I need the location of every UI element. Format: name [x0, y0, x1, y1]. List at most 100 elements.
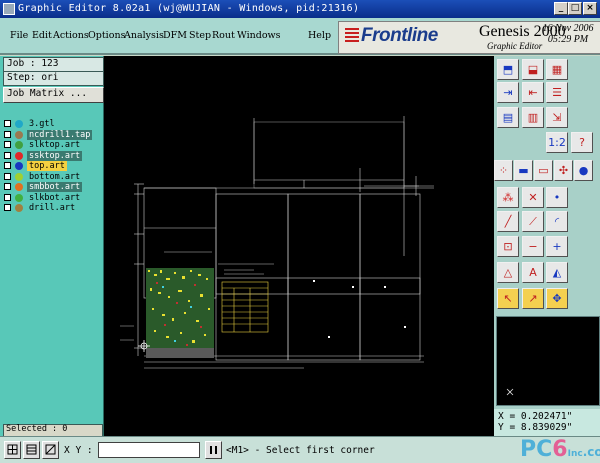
- minimize-button[interactable]: _: [554, 2, 568, 15]
- tool-button[interactable]: △: [497, 262, 519, 283]
- layer-name: slkbot.art: [29, 192, 81, 203]
- snap-toggle-button[interactable]: [23, 441, 40, 459]
- network-icon: ✣: [558, 164, 569, 177]
- right-toolbox: ⬒ ⬓ ▦ ⇥ ⇤ ☰ ▤ ▥ ⇲ 1:2? ⁘ ▬ ▭ ✣ ● ⁂ ✕ • ╱ ⟋ ◜ ⊡ − + △ A ◭ ↖ ↗ ✥ X = 0.…: [494, 56, 600, 436]
- layer-item[interactable]: 3.gtl: [3, 119, 83, 129]
- layer-name: 3.gtl: [29, 119, 55, 129]
- menu-options[interactable]: Options: [88, 30, 125, 41]
- grid-toggle-button[interactable]: [4, 441, 21, 459]
- pause-button[interactable]: [205, 441, 222, 459]
- title-bar: Graphic Editor 8.02a1 (wj@WUJIAN - Windo…: [0, 0, 600, 18]
- measure-toggle-button[interactable]: [42, 441, 59, 459]
- xy-input[interactable]: [98, 442, 200, 458]
- tool-button[interactable]: +: [546, 236, 568, 257]
- triangle-icon: △: [503, 266, 513, 279]
- pad-icon: ⊡: [503, 240, 513, 253]
- mini-map[interactable]: [496, 316, 600, 406]
- a-text-icon: A: [529, 266, 537, 279]
- close-button[interactable]: ×: [583, 2, 597, 15]
- menu-header: File Edit Actions Options Analysis DFM S…: [0, 18, 600, 55]
- tool-button[interactable]: ⁂: [497, 187, 519, 208]
- tool-button[interactable]: •: [546, 187, 568, 208]
- tool-button[interactable]: ╱: [497, 211, 519, 232]
- layer-checkbox[interactable]: [4, 120, 11, 127]
- tool-button[interactable]: ⇲: [546, 107, 568, 128]
- layer-item[interactable]: ncdrill1.tap: [3, 129, 93, 140]
- tool-button[interactable]: ☰: [546, 82, 568, 103]
- layer-checkbox[interactable]: [4, 172, 11, 180]
- layer-item[interactable]: slkbot.art: [3, 193, 83, 203]
- tool-button[interactable]: 1:2: [546, 132, 568, 153]
- job-matrix-button[interactable]: Job Matrix ...: [3, 87, 104, 103]
- tool-button[interactable]: ▦: [546, 59, 568, 80]
- tool-button[interactable]: ▤: [497, 107, 519, 128]
- tool-button[interactable]: ⊡: [497, 236, 519, 257]
- number-icon: 1:2: [548, 136, 566, 149]
- shape-icon: ◭: [552, 266, 562, 279]
- watermark-pc: PC: [520, 437, 553, 462]
- list-icon: ☰: [552, 86, 562, 99]
- tool-button[interactable]: ↖: [497, 288, 519, 309]
- tool-button[interactable]: ▬: [514, 160, 533, 181]
- tool-button[interactable]: ⟋: [522, 211, 544, 232]
- tool-button[interactable]: ✣: [554, 160, 573, 181]
- layer-item[interactable]: ssktop.art: [3, 150, 83, 161]
- layer-checkbox[interactable]: [4, 151, 11, 159]
- tool-button[interactable]: ▭: [534, 160, 553, 181]
- tool-button[interactable]: ✥: [546, 288, 568, 309]
- layer-item[interactable]: smbbot.art: [3, 182, 83, 192]
- pause-icon: [210, 446, 217, 454]
- graphic-canvas[interactable]: [104, 56, 494, 436]
- menu-file[interactable]: File: [10, 30, 28, 41]
- tool-button[interactable]: ?: [571, 132, 593, 153]
- menu-windows[interactable]: Windows: [237, 30, 281, 41]
- layer-item[interactable]: slktop.art: [3, 140, 83, 150]
- x-coordinate: X = 0.202471": [498, 411, 573, 422]
- minus-icon: −: [528, 240, 538, 253]
- tool-button[interactable]: ▥: [522, 107, 544, 128]
- menu-edit[interactable]: Edit: [32, 30, 52, 41]
- layer-checkbox[interactable]: [4, 193, 11, 201]
- layer-checkbox[interactable]: [4, 130, 11, 138]
- tool-button[interactable]: ●: [574, 160, 593, 181]
- pointer-icon: ↖: [503, 292, 513, 305]
- layer-checkbox[interactable]: [4, 162, 11, 169]
- tool-button[interactable]: ⇤: [522, 82, 544, 103]
- layer-name: drill.art: [29, 203, 76, 213]
- layer-item[interactable]: top.art: [3, 161, 83, 171]
- tool-button[interactable]: ◭: [546, 262, 568, 283]
- maximize-button[interactable]: □: [568, 2, 582, 15]
- menu-dfm[interactable]: DFM: [163, 30, 187, 41]
- menu-analysis[interactable]: Analysis: [124, 30, 164, 41]
- layer-name: ncdrill1.tap: [27, 129, 93, 140]
- tool-button[interactable]: ⇥: [497, 82, 519, 103]
- tool-button[interactable]: ⬓: [522, 59, 544, 80]
- layers-icon: ▥: [527, 111, 539, 124]
- layer-list: 3.gtl ncdrill1.tap slktop.art ssktop.art top…: [3, 119, 93, 269]
- tool-button[interactable]: ↗: [522, 288, 544, 309]
- menu-step[interactable]: Step: [189, 30, 211, 41]
- layer-item[interactable]: drill.art: [3, 203, 83, 213]
- tool-button[interactable]: −: [522, 236, 544, 257]
- tool-button[interactable]: ⁘: [494, 160, 513, 181]
- layer-checkbox[interactable]: [4, 183, 11, 190]
- connect-icon: ⁘: [498, 164, 509, 177]
- cross-icon: ✕: [528, 191, 538, 204]
- layer-item[interactable]: bottom.art: [3, 172, 83, 182]
- arc-icon: ◜: [554, 215, 560, 228]
- menu-rout[interactable]: Rout: [212, 30, 235, 41]
- menu-help[interactable]: Help: [308, 30, 331, 41]
- tool-button[interactable]: ✕: [522, 187, 544, 208]
- menu-actions[interactable]: Actions: [53, 30, 89, 41]
- layer-checkbox[interactable]: [4, 141, 11, 148]
- tool-button[interactable]: ◜: [546, 211, 568, 232]
- select-icon: ↗: [528, 292, 538, 305]
- tool-button[interactable]: ⬒: [497, 59, 519, 80]
- question-icon: ?: [579, 136, 585, 149]
- tool-button[interactable]: A: [522, 262, 544, 283]
- layer-checkbox[interactable]: [4, 204, 11, 211]
- dot-icon: •: [553, 191, 561, 204]
- watermark-com: .com: [582, 445, 600, 459]
- app-icon: [3, 3, 15, 15]
- save-icon: ⬓: [527, 63, 539, 76]
